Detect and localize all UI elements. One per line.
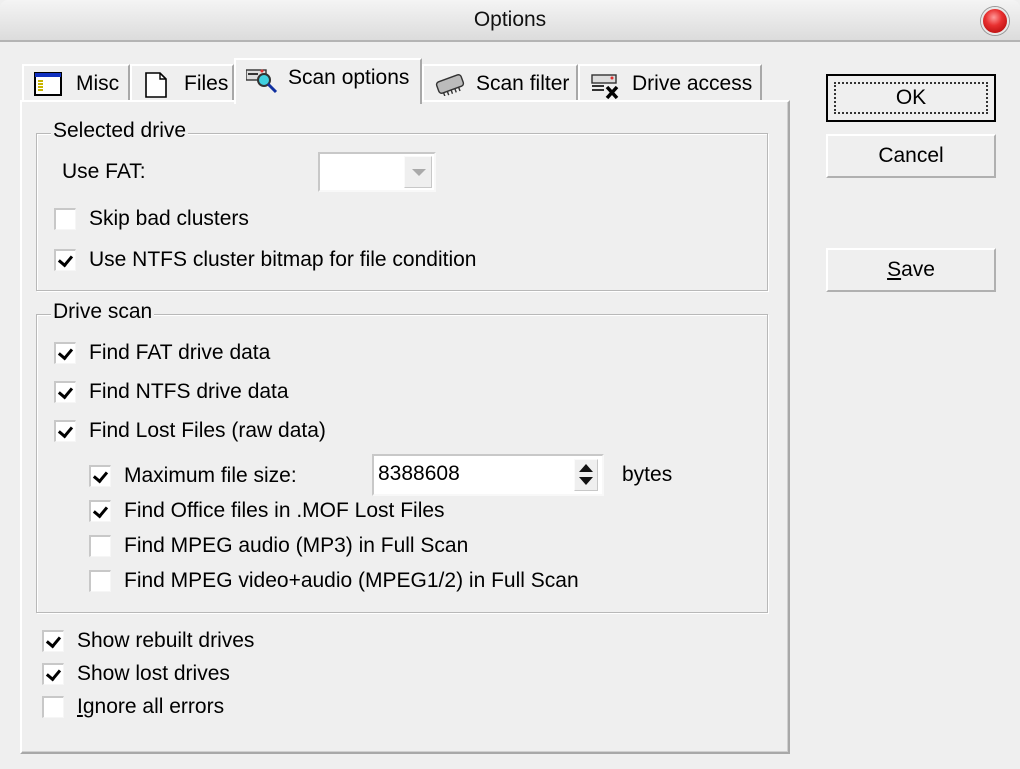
- drive-access-icon: [590, 72, 619, 100]
- ignore-all-errors-checkbox[interactable]: Ignore all errors: [42, 695, 224, 719]
- checkbox-label: Show lost drives: [77, 662, 230, 685]
- show-lost-drives-checkbox[interactable]: Show lost drives: [42, 662, 230, 686]
- find-lost-files-checkbox[interactable]: Find Lost Files (raw data): [54, 419, 326, 443]
- find-office-checkbox[interactable]: Find Office files in .MOF Lost Files: [89, 499, 445, 523]
- file-icon: [142, 72, 170, 98]
- checkbox[interactable]: [89, 570, 111, 592]
- focus-rect: [834, 82, 988, 114]
- use-ntfs-bitmap-checkbox[interactable]: Use NTFS cluster bitmap for file conditi…: [54, 248, 476, 272]
- title-bar: Options: [0, 0, 1020, 42]
- max-file-size-input[interactable]: [378, 459, 568, 489]
- checkbox[interactable]: [42, 696, 64, 718]
- checkbox-label: Skip bad clusters: [89, 207, 249, 230]
- label-rest: ave: [901, 258, 935, 281]
- label-rest: gnore all errors: [82, 695, 225, 718]
- tab-scan-options[interactable]: Scan options: [234, 58, 422, 104]
- tab-label: Scan filter: [476, 72, 570, 95]
- use-fat-text: Use FAT:: [62, 160, 146, 183]
- button-label: Save: [887, 258, 935, 282]
- checkbox[interactable]: [54, 342, 76, 364]
- tab-label: Scan options: [288, 66, 410, 89]
- checkbox-label: Find FAT drive data: [89, 341, 271, 364]
- group-title: Drive scan: [51, 300, 155, 324]
- checkbox[interactable]: [89, 535, 111, 557]
- find-fat-checkbox[interactable]: Find FAT drive data: [54, 341, 270, 365]
- spin-buttons[interactable]: [574, 459, 598, 491]
- close-button[interactable]: [981, 7, 1009, 35]
- max-file-size-spinner[interactable]: [372, 454, 604, 496]
- checkbox-label: Find NTFS drive data: [89, 380, 289, 403]
- accelerator-key: S: [887, 258, 902, 281]
- chip-icon: [434, 72, 465, 97]
- misc-window-icon: [34, 72, 62, 96]
- spin-up-icon[interactable]: [579, 464, 593, 472]
- max-file-size-checkbox[interactable]: Maximum file size:: [89, 464, 297, 488]
- checkbox-label: Find MPEG video+audio (MPEG1/2) in Full …: [124, 569, 579, 592]
- find-mpeg-checkbox[interactable]: Find MPEG video+audio (MPEG1/2) in Full …: [89, 569, 579, 593]
- group-title: Selected drive: [51, 119, 189, 143]
- use-fat-dropdown[interactable]: [318, 152, 436, 192]
- button-label: Cancel: [878, 144, 944, 167]
- tab-label: Files: [184, 72, 229, 95]
- tab-files[interactable]: Files: [130, 64, 234, 102]
- show-rebuilt-drives-checkbox[interactable]: Show rebuilt drives: [42, 629, 254, 653]
- bytes-unit-label: bytes: [622, 463, 672, 487]
- tab-misc[interactable]: Misc: [22, 64, 130, 102]
- checkbox[interactable]: [54, 249, 76, 271]
- checkbox[interactable]: [54, 381, 76, 403]
- checkbox[interactable]: [54, 208, 76, 230]
- checkbox-label: Show rebuilt drives: [77, 629, 255, 652]
- checkbox-label: Ignore all errors: [77, 695, 224, 719]
- find-ntfs-checkbox[interactable]: Find NTFS drive data: [54, 380, 289, 404]
- unit-text: bytes: [622, 463, 673, 486]
- checkbox[interactable]: [89, 465, 111, 487]
- tab-label: Drive access: [632, 72, 753, 95]
- checkbox[interactable]: [42, 663, 64, 685]
- checkbox[interactable]: [54, 420, 76, 442]
- checkbox[interactable]: [89, 500, 111, 522]
- find-mp3-checkbox[interactable]: Find MPEG audio (MP3) in Full Scan: [89, 534, 468, 558]
- skip-bad-clusters-checkbox[interactable]: Skip bad clusters: [54, 207, 249, 231]
- cancel-button[interactable]: Cancel: [826, 134, 996, 178]
- tab-drive-access[interactable]: Drive access: [578, 64, 762, 102]
- checkbox-label: Find Lost Files (raw data): [89, 419, 326, 442]
- use-fat-label: Use FAT:: [62, 160, 146, 184]
- chevron-down-icon[interactable]: [404, 156, 432, 188]
- save-button[interactable]: Save: [826, 248, 996, 292]
- ok-button[interactable]: OK: [826, 74, 996, 122]
- tab-label: Misc: [76, 72, 120, 95]
- checkbox[interactable]: [42, 630, 64, 652]
- checkbox-label: Use NTFS cluster bitmap for file conditi…: [89, 248, 477, 271]
- scan-magnifier-icon: [245, 66, 278, 94]
- spin-down-icon[interactable]: [579, 477, 593, 485]
- checkbox-label: Find MPEG audio (MP3) in Full Scan: [124, 534, 469, 557]
- tab-scan-filter[interactable]: Scan filter: [422, 64, 578, 102]
- checkbox-label: Find Office files in .MOF Lost Files: [124, 499, 445, 522]
- checkbox-label: Maximum file size:: [124, 464, 297, 487]
- window-title: Options: [473, 8, 547, 31]
